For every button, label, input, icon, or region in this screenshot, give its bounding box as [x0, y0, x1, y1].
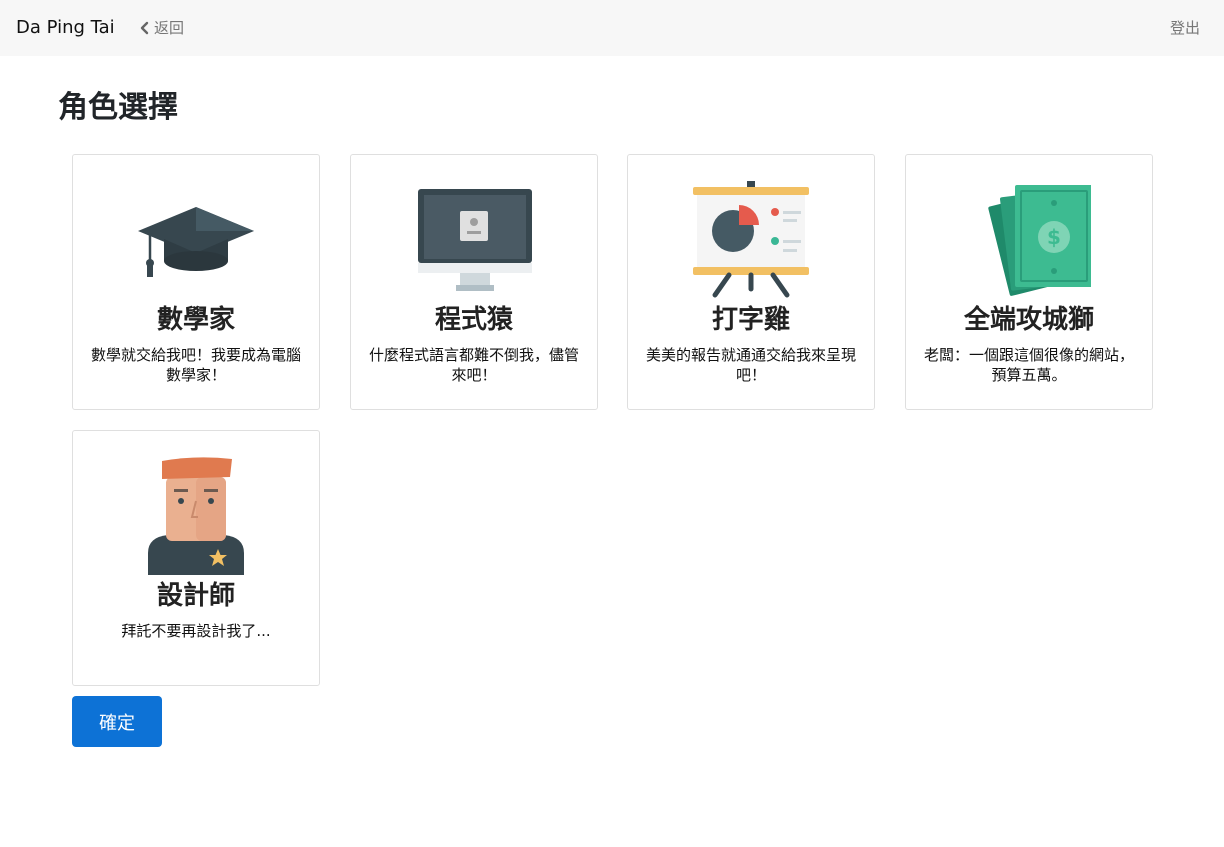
role-description: 什麼程式語言都難不倒我，儘管來吧！ — [368, 346, 579, 384]
presentation-board-icon — [689, 181, 813, 299]
logout-link[interactable]: 登出 — [1170, 18, 1200, 38]
role-card-fullstack[interactable]: $ 全端攻城獅 老闆：一個跟這個很像的網站，預算五萬。 — [905, 154, 1153, 410]
confirm-button[interactable]: 確定 — [72, 696, 162, 747]
role-description: 拜託不要再設計我了... — [121, 622, 271, 640]
role-description: 數學就交給我吧！我要成為電腦數學家！ — [90, 346, 301, 384]
top-navbar: Da Ping Tai 返回 登出 — [0, 0, 1224, 56]
role-name: 設計師 — [156, 581, 235, 611]
role-card-programmer[interactable]: 程式猿 什麼程式語言都難不倒我，儘管來吧！ — [350, 154, 598, 410]
money-icon: $ — [967, 181, 1091, 299]
role-card-designer[interactable]: 設計師 拜託不要再設計我了... — [72, 430, 320, 686]
role-name: 數學家 — [156, 305, 235, 335]
page-title: 角色選擇 — [58, 90, 178, 125]
svg-text:$: $ — [1047, 225, 1061, 249]
role-name: 程式猿 — [434, 305, 513, 335]
role-name: 全端攻城獅 — [963, 305, 1094, 335]
graduation-cap-icon — [134, 181, 258, 299]
monitor-icon — [412, 181, 536, 299]
designer-avatar-icon — [134, 457, 258, 575]
role-card-typist[interactable]: 打字雞 美美的報告就通通交給我來呈現吧！ — [627, 154, 875, 410]
role-description: 美美的報告就通通交給我來呈現吧！ — [645, 346, 856, 384]
role-description: 老闆：一個跟這個很像的網站，預算五萬。 — [923, 346, 1134, 384]
brand-logo[interactable]: Da Ping Tai — [16, 16, 115, 40]
role-card-mathematician[interactable]: 數學家 數學就交給我吧！我要成為電腦數學家！ — [72, 154, 320, 410]
role-name: 打字雞 — [711, 305, 790, 335]
back-link-label: 返回 — [154, 19, 185, 37]
back-link[interactable]: 返回 — [140, 18, 184, 38]
chevron-left-icon — [140, 21, 149, 35]
